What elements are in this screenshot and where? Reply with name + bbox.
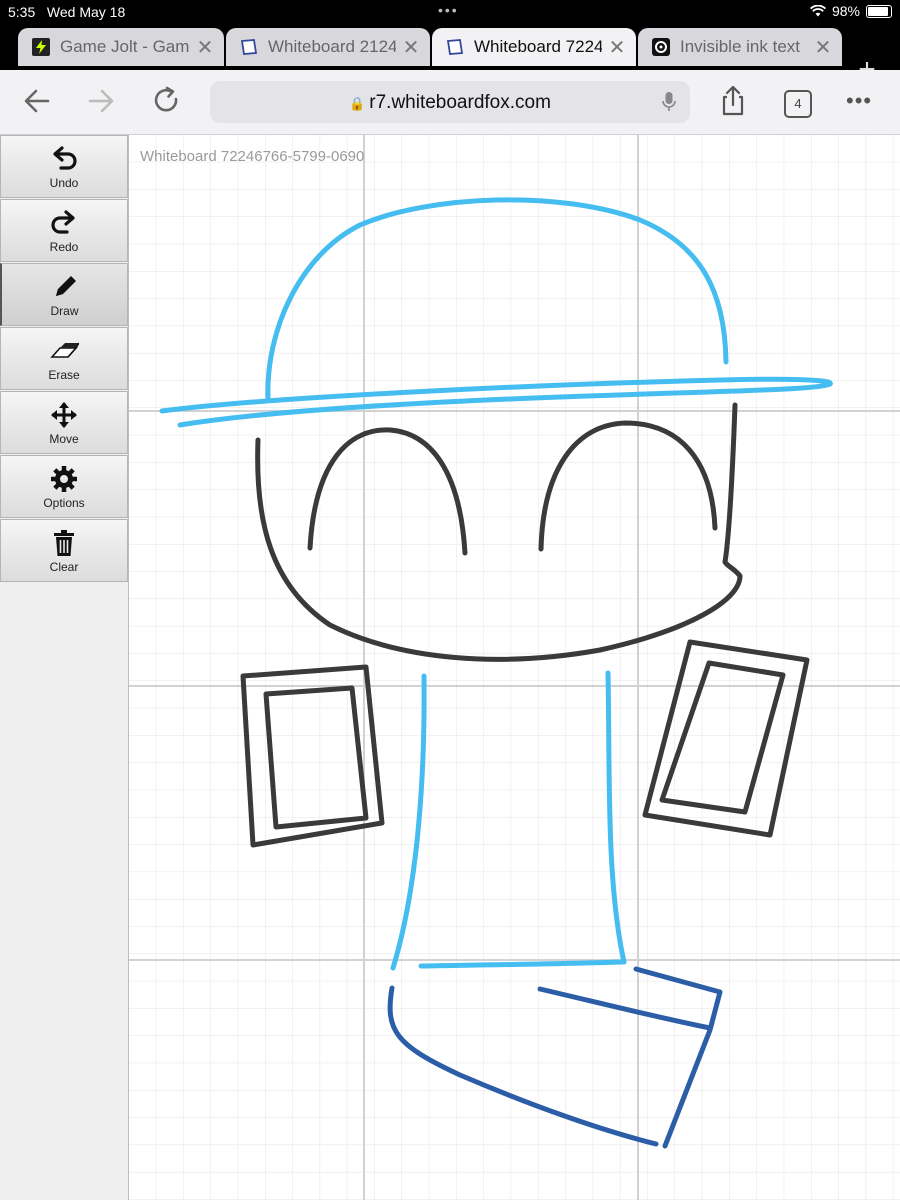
wifi-icon: [809, 5, 826, 17]
tool-label: Move: [49, 432, 79, 446]
tab-whiteboard-7224[interactable]: Whiteboard 7224 ✕: [432, 28, 636, 66]
tool-label: Clear: [49, 560, 79, 574]
tab-bar: Game Jolt - Game ✕ Whiteboard 2124 ✕ Whi…: [0, 24, 900, 86]
tool-label: Erase: [48, 368, 80, 382]
close-tab-icon[interactable]: ✕: [608, 35, 626, 60]
redo-icon: [51, 210, 75, 234]
tab-title: Whiteboard 7224: [474, 37, 602, 56]
tab-title: Game Jolt - Game: [60, 37, 190, 56]
reload-icon[interactable]: [150, 84, 184, 118]
eraser-icon: [50, 342, 79, 358]
redo-button[interactable]: Redo: [0, 199, 128, 262]
tab-title: Whiteboard 2124: [268, 37, 396, 56]
close-tab-icon[interactable]: ✕: [402, 35, 420, 60]
erase-button[interactable]: Erase: [0, 327, 128, 390]
whiteboard-toolbar: Undo Redo Draw Erase Move Options Clear: [0, 135, 129, 1200]
share-icon[interactable]: [716, 84, 750, 118]
tab-game-jolt[interactable]: Game Jolt - Game ✕: [18, 28, 224, 66]
whiteboard-canvas[interactable]: Whiteboard 72246766-5799-0690: [129, 135, 900, 1200]
address-bar[interactable]: 🔒 r7.whiteboardfox.com: [210, 81, 690, 123]
invisible-ink-icon: [652, 38, 670, 56]
multitask-dots-icon[interactable]: •••: [438, 2, 459, 18]
tool-label: Draw: [50, 304, 79, 318]
draw-button[interactable]: Draw: [0, 263, 128, 326]
clear-button[interactable]: Clear: [0, 519, 128, 582]
lock-icon: 🔒: [349, 96, 366, 111]
browser-toolbar: 🔒 r7.whiteboardfox.com 4 •••: [0, 70, 900, 135]
gamejolt-icon: [32, 38, 50, 56]
close-tab-icon[interactable]: ✕: [814, 35, 832, 60]
trash-icon: [54, 530, 74, 556]
undo-button[interactable]: Undo: [0, 135, 128, 198]
options-button[interactable]: Options: [0, 455, 128, 518]
whiteboard-icon: [446, 39, 464, 55]
gear-icon: [51, 466, 77, 492]
tab-title: Invisible ink text: [680, 37, 800, 56]
drawing-surface[interactable]: [129, 135, 900, 1200]
pencil-icon: [55, 276, 76, 296]
tab-count-button[interactable]: 4: [784, 90, 812, 118]
url-text: r7.whiteboardfox.com: [369, 92, 551, 113]
back-arrow-icon[interactable]: [20, 84, 54, 118]
close-tab-icon[interactable]: ✕: [196, 35, 214, 60]
whiteboard-icon: [240, 39, 258, 55]
battery-icon: [866, 4, 892, 18]
tool-label: Redo: [49, 240, 79, 254]
undo-icon: [53, 146, 77, 170]
move-button[interactable]: Move: [0, 391, 128, 454]
tab-invisible-ink[interactable]: Invisible ink text ✕: [638, 28, 842, 66]
battery-percent: 98%: [831, 3, 860, 19]
move-icon: [51, 402, 77, 428]
tab-whiteboard-2124[interactable]: Whiteboard 2124 ✕: [226, 28, 430, 66]
status-bar: 5:35 Wed May 18 ••• 98%: [0, 0, 900, 24]
tool-label: Options: [43, 496, 85, 510]
status-time: 5:35 Wed May 18: [8, 4, 126, 20]
tool-label: Undo: [49, 176, 79, 190]
forward-arrow-icon[interactable]: [84, 84, 118, 118]
microphone-icon[interactable]: [662, 91, 676, 113]
more-options-icon[interactable]: •••: [846, 88, 872, 114]
whiteboard-title: Whiteboard 72246766-5799-0690: [140, 148, 365, 165]
